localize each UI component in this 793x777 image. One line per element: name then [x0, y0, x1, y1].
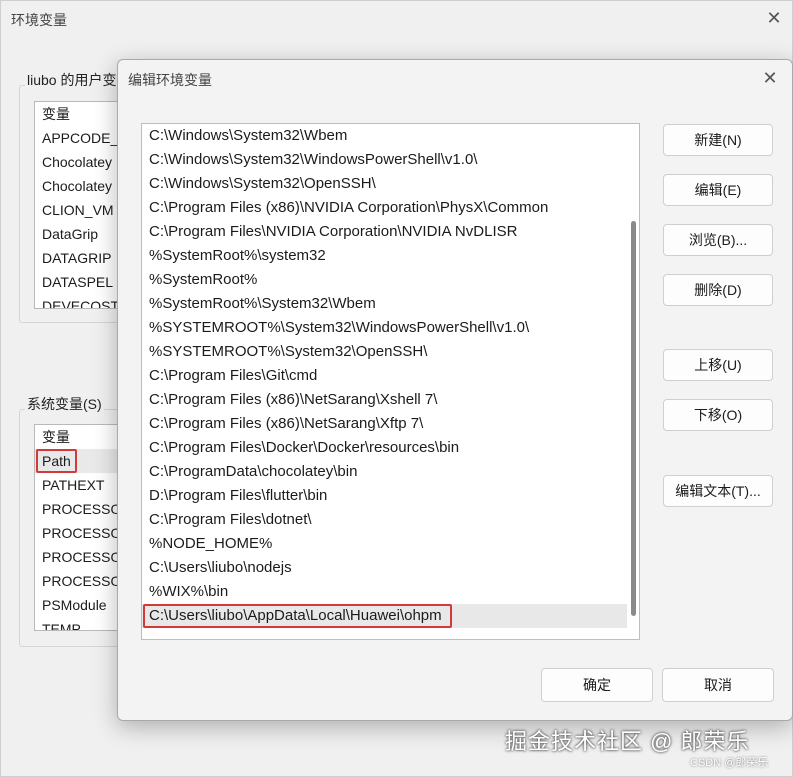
- list-item-path[interactable]: Path: [35, 449, 125, 473]
- dialog-title: 编辑环境变量: [128, 72, 212, 88]
- browse-button[interactable]: 浏览(B)...: [663, 224, 773, 256]
- list-item[interactable]: DATAGRIP: [35, 246, 125, 270]
- path-item[interactable]: C:\Program Files (x86)\NetSarang\Xftp 7\: [142, 412, 639, 436]
- path-item[interactable]: %NODE_HOME%: [142, 532, 639, 556]
- list-item[interactable]: PROCESSO: [35, 569, 125, 593]
- path-item[interactable]: %SYSTEMROOT%\System32\WindowsPowerShell\…: [142, 316, 639, 340]
- list-item[interactable]: DEVECOST: [35, 294, 125, 308]
- path-item[interactable]: %SystemRoot%\System32\Wbem: [142, 292, 639, 316]
- list-item[interactable]: PATHEXT: [35, 473, 125, 497]
- new-button[interactable]: 新建(N): [663, 124, 773, 156]
- system-vars-group-label: 系统变量(S): [25, 394, 104, 414]
- user-vars-list[interactable]: 变量 APPCODE_ Chocolatey Chocolatey CLION_…: [34, 101, 126, 309]
- cancel-button[interactable]: 取消: [662, 668, 774, 702]
- list-item[interactable]: TEMP: [35, 617, 125, 630]
- list-item[interactable]: PROCESSO: [35, 545, 125, 569]
- path-item[interactable]: %SystemRoot%\system32: [142, 244, 639, 268]
- path-item-selected[interactable]: C:\Users\liubo\AppData\Local\Huawei\ohpm: [142, 604, 639, 628]
- list-item[interactable]: APPCODE_: [35, 126, 125, 150]
- path-item[interactable]: C:\Program Files (x86)\NVIDIA Corporatio…: [142, 196, 639, 220]
- path-item[interactable]: %SystemRoot%: [142, 268, 639, 292]
- path-item[interactable]: C:\Users\liubo\nodejs: [142, 556, 639, 580]
- path-list[interactable]: C:\Windows\System32\Wbem C:\Windows\Syst…: [141, 123, 640, 640]
- user-vars-group-label: liubo 的用户变: [25, 70, 119, 90]
- window-title: 环境变量: [11, 12, 67, 28]
- edit-button[interactable]: 编辑(E): [663, 174, 773, 206]
- path-item[interactable]: C:\Windows\System32\WindowsPowerShell\v1…: [142, 148, 639, 172]
- list-item[interactable]: CLION_VM: [35, 198, 125, 222]
- csdn-watermark: CSDN @郎荣乐: [690, 757, 769, 769]
- path-item[interactable]: C:\Program Files\Git\cmd: [142, 364, 639, 388]
- path-label: Path: [36, 449, 77, 473]
- path-item[interactable]: C:\Program Files\NVIDIA Corporation\NVID…: [142, 220, 639, 244]
- scrollbar-thumb[interactable]: [631, 221, 636, 616]
- scrollbar[interactable]: [627, 124, 639, 639]
- list-item[interactable]: PROCESSO: [35, 521, 125, 545]
- list-item[interactable]: DataGrip: [35, 222, 125, 246]
- close-icon[interactable]: ✕: [763, 7, 785, 29]
- ok-button[interactable]: 确定: [541, 668, 653, 702]
- list-item[interactable]: Chocolatey: [35, 174, 125, 198]
- user-vars-header: 变量: [42, 106, 70, 122]
- selected-path-label: C:\Users\liubo\AppData\Local\Huawei\ohpm: [143, 604, 452, 628]
- list-item[interactable]: PSModule: [35, 593, 125, 617]
- delete-button[interactable]: 删除(D): [663, 274, 773, 306]
- system-vars-header: 变量: [42, 429, 70, 445]
- system-vars-list[interactable]: 变量 Path PATHEXT PROCESSO PROCESSO PROCES…: [34, 424, 126, 631]
- path-item[interactable]: %SYSTEMROOT%\System32\OpenSSH\: [142, 340, 639, 364]
- path-item[interactable]: D:\Program Files\flutter\bin: [142, 484, 639, 508]
- edit-text-button[interactable]: 编辑文本(T)...: [663, 475, 773, 507]
- path-item[interactable]: C:\Program Files\Docker\Docker\resources…: [142, 436, 639, 460]
- path-item[interactable]: %WIX%\bin: [142, 580, 639, 604]
- list-item[interactable]: DATASPEL: [35, 270, 125, 294]
- watermark-text: 掘金技术社区 @ 郎荣乐: [505, 729, 750, 754]
- path-item[interactable]: C:\ProgramData\chocolatey\bin: [142, 460, 639, 484]
- list-item[interactable]: Chocolatey: [35, 150, 125, 174]
- move-down-button[interactable]: 下移(O): [663, 399, 773, 431]
- path-item[interactable]: C:\Windows\System32\Wbem: [142, 124, 639, 148]
- path-item[interactable]: C:\Program Files (x86)\NetSarang\Xshell …: [142, 388, 639, 412]
- path-item[interactable]: C:\Windows\System32\OpenSSH\: [142, 172, 639, 196]
- list-item[interactable]: PROCESSO: [35, 497, 125, 521]
- edit-env-var-dialog: 编辑环境变量 ✕ C:\Windows\System32\Wbem C:\Win…: [117, 59, 793, 721]
- path-item[interactable]: C:\Program Files\dotnet\: [142, 508, 639, 532]
- move-up-button[interactable]: 上移(U): [663, 349, 773, 381]
- close-icon[interactable]: ✕: [758, 66, 782, 90]
